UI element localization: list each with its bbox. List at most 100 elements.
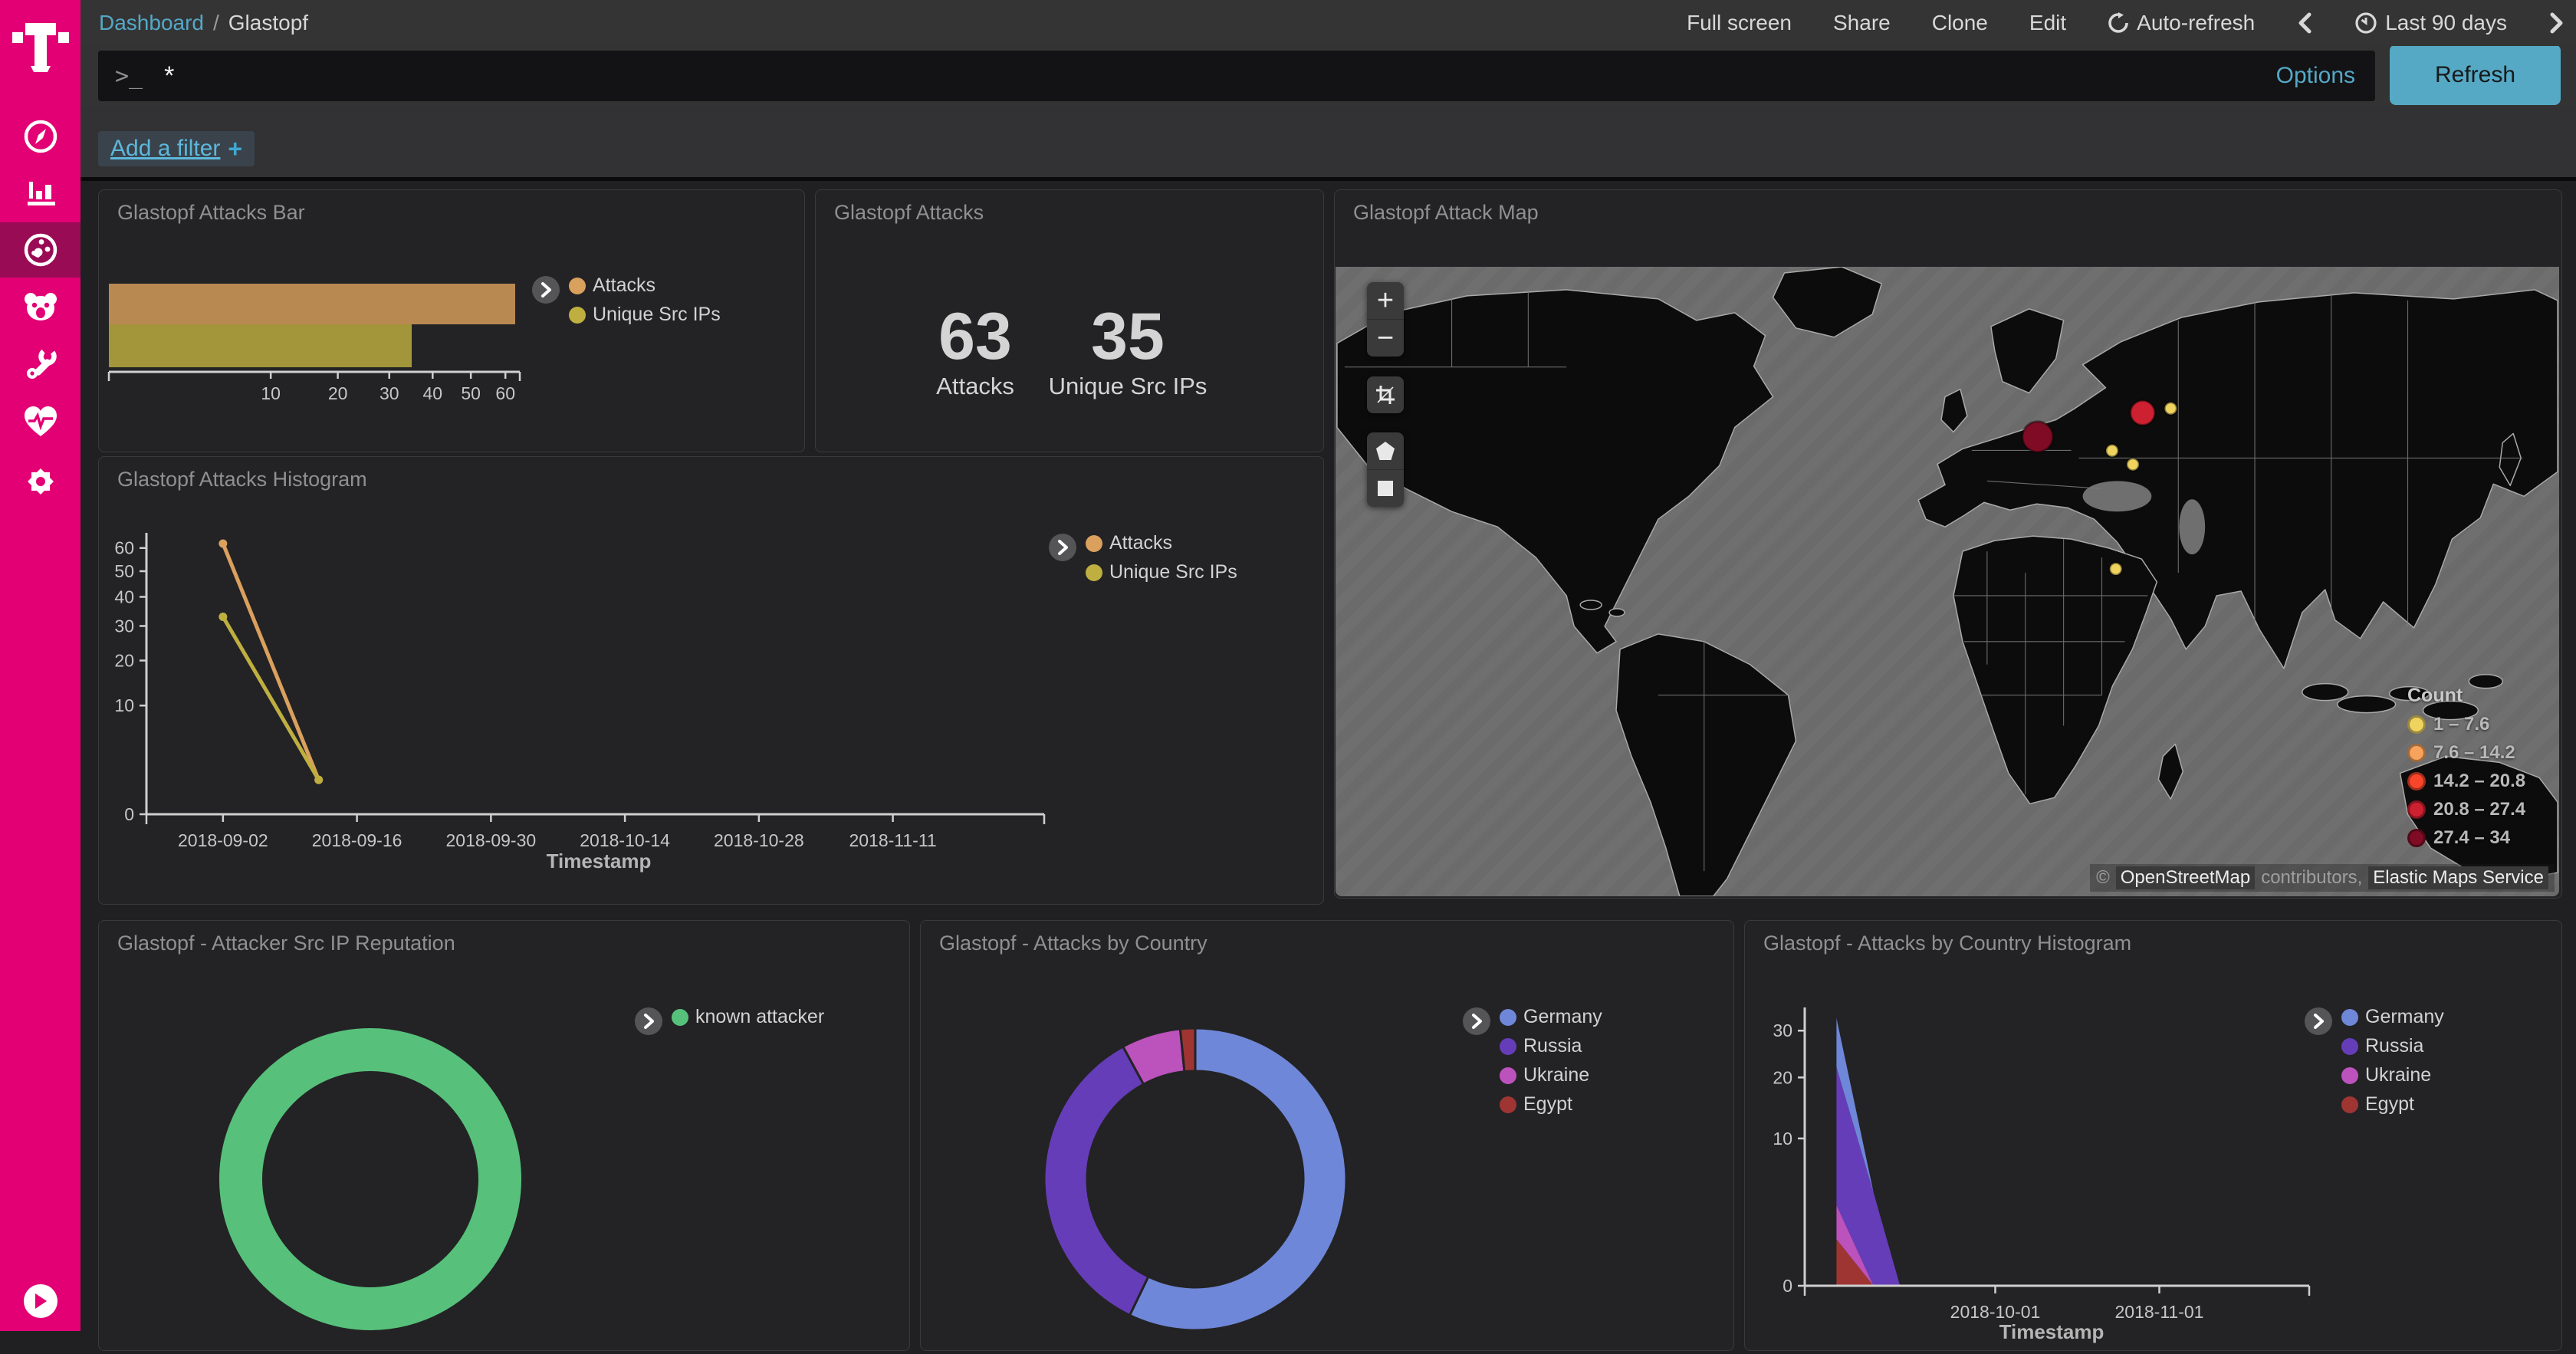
panel-attacks-histogram: Glastopf Attacks Histogram 0102030405060… [98,456,1324,905]
legend-item-attacks[interactable]: Attacks [1086,532,1237,554]
chevron-right-icon [2548,12,2565,34]
full-screen-button[interactable]: Full screen [1687,11,1792,35]
legend-swatch [1500,1067,1516,1084]
breadcrumb-separator: / [213,11,219,35]
refresh-button[interactable]: Refresh [2390,44,2561,105]
legend: known attacker [635,1006,824,1035]
svg-text:60: 60 [495,383,515,403]
legend-toggle-button[interactable] [635,1007,662,1035]
sidebar-item-dashboard[interactable] [0,222,80,278]
auto-refresh-button[interactable]: Auto-refresh [2108,11,2255,35]
svg-text:2018-10-14: 2018-10-14 [580,830,670,850]
polygon-icon[interactable] [1367,432,1404,469]
map-point-russia-east-of-moscow[interactable] [2164,403,2177,415]
sidebar-item-monitoring[interactable] [0,394,80,449]
breadcrumb-dashboard-link[interactable]: Dashboard [99,11,204,35]
world-map[interactable]: + − Count 1 – 7.67.6 – 14.214.2 [1336,267,2559,896]
legend-label: known attacker [695,1006,824,1028]
map-legend-range: 27.4 – 34 [2433,827,2510,849]
svg-text:2018-11-01: 2018-11-01 [2115,1302,2204,1322]
map-zoom-in-button[interactable]: + [1367,282,1404,319]
filter-bar [80,106,2576,181]
map-point-ukraine-north[interactable] [2106,445,2118,457]
clone-button[interactable]: Clone [1932,11,1988,35]
search-input[interactable]: >_ * Options [98,51,2375,101]
legend-item-known-attacker[interactable]: known attacker [672,1006,824,1028]
legend-toggle-button[interactable] [532,276,560,304]
svg-text:Timestamp: Timestamp [1999,1320,2104,1343]
legend-toggle-button[interactable] [2305,1007,2332,1035]
chevron-left-icon [2296,12,2313,34]
legend-toggle-button[interactable] [1463,1007,1490,1035]
svg-text:2018-09-02: 2018-09-02 [178,830,268,850]
map-legend-item: 20.8 – 27.4 [2407,799,2525,820]
rectangle-icon[interactable] [1367,469,1404,507]
panel-by-country-histogram: Glastopf - Attacks by Country Histogram … [1744,920,2562,1351]
share-button[interactable]: Share [1833,11,1891,35]
svg-text:60: 60 [114,538,134,558]
plus-icon: + [228,135,242,163]
copyright-icon: © [2096,867,2110,889]
map-zoom-out-button[interactable]: − [1367,319,1404,357]
legend-item-egypt[interactable]: Egypt [1500,1093,1602,1116]
map-legend-swatch [2407,744,2426,762]
svg-text:10: 10 [1773,1129,1792,1149]
legend-item-attacks[interactable]: Attacks [569,274,721,297]
legend-item-russia[interactable]: Russia [2341,1035,2444,1057]
sidebar-item-dev-tools[interactable] [0,337,80,392]
legend-swatch [2341,1067,2358,1084]
telekom-t-logo[interactable] [12,15,69,77]
legend-swatch [569,278,586,294]
legend-swatch [1086,564,1102,581]
time-back-button[interactable] [2296,12,2313,34]
map-point-egypt[interactable] [2110,563,2122,575]
legend-item-egypt[interactable]: Egypt [2341,1093,2444,1116]
map-point-germany-poland[interactable] [2022,422,2053,452]
map-attribution: © OpenStreetMap contributors, Elastic Ma… [2090,864,2555,892]
legend-item-germany[interactable]: Germany [2341,1006,2444,1028]
legend-label: Attacks [593,274,656,297]
edit-button[interactable]: Edit [2029,11,2066,35]
legend-toggle-button[interactable] [1049,534,1076,561]
legend: Attacks Unique Src IPs [1049,532,1237,583]
time-forward-button[interactable] [2548,12,2565,34]
legend-label: Russia [1523,1035,1582,1057]
legend-item-ukraine[interactable]: Ukraine [2341,1064,2444,1086]
legend-swatch [1500,1009,1516,1026]
legend-swatch [569,307,586,324]
openstreetmap-link[interactable]: OpenStreetMap [2116,866,2255,889]
sidebar-item-management[interactable] [0,454,80,509]
crop-icon[interactable] [1367,376,1404,413]
map-legend-swatch [2407,772,2426,790]
legend-item-ukraine[interactable]: Ukraine [1500,1064,1602,1086]
src-ip-reputation-donut [99,921,909,1350]
heartbeat-icon [23,406,58,438]
sidebar-item-timelion[interactable] [0,279,80,334]
owl-icon [22,290,59,324]
legend-item-unique-src-ips[interactable]: Unique Src IPs [569,304,721,326]
sidebar-item-discover[interactable] [0,109,80,164]
svg-text:30: 30 [380,383,399,403]
map-point-western-russia[interactable] [2131,401,2155,426]
svg-text:20: 20 [114,651,134,671]
panel-attacks-bar: Glastopf Attacks Bar 102030405060 Attack… [98,189,805,452]
time-range-button[interactable]: Last 90 days [2354,11,2507,35]
sidebar-item-visualize[interactable] [0,164,80,219]
add-filter-button[interactable]: Add a filter + [98,131,255,166]
legend-item-germany[interactable]: Germany [1500,1006,1602,1028]
sidebar-expand-button[interactable] [24,1284,58,1318]
panel-attacks-by-country: Glastopf - Attacks by Country GermanyRus… [920,920,1734,1351]
map-legend-range: 20.8 – 27.4 [2433,799,2525,820]
query-value: * [164,61,174,91]
svg-text:Timestamp: Timestamp [547,850,652,873]
legend-item-unique-src-ips[interactable]: Unique Src IPs [1086,561,1237,583]
svg-text:2018-09-16: 2018-09-16 [312,830,402,850]
legend-swatch [1086,535,1102,552]
options-link[interactable]: Options [2276,63,2355,89]
map-point-ukraine-east[interactable] [2127,458,2139,471]
map-fit-control [1367,376,1404,413]
legend-item-russia[interactable]: Russia [1500,1035,1602,1057]
legend-swatch [2341,1038,2358,1055]
elastic-maps-service-link[interactable]: Elastic Maps Service [2368,866,2548,889]
legend-label: Germany [2365,1006,2444,1028]
